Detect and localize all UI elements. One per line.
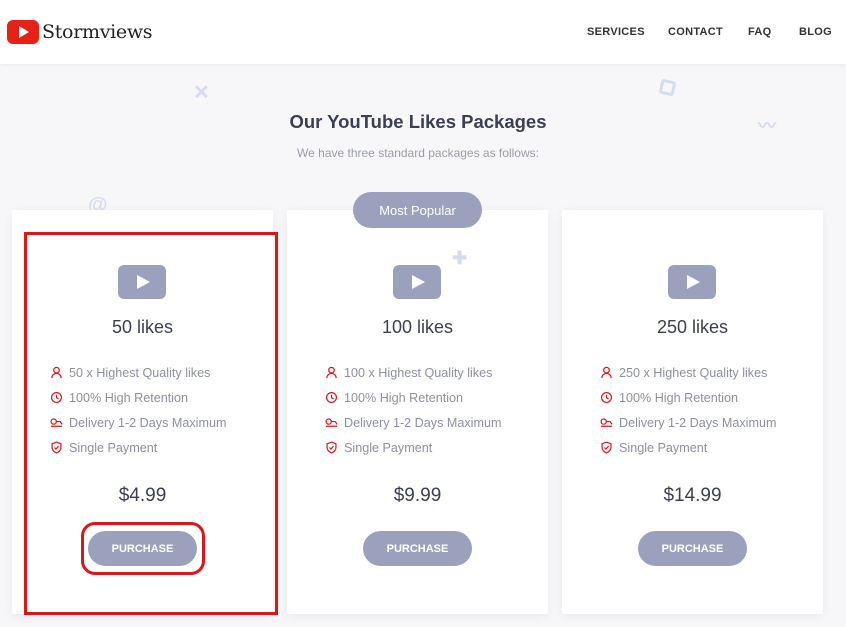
feature-item: Single Payment [325,435,501,460]
feature-item: 100% High Retention [50,385,226,410]
nav-contact[interactable]: CONTACT [668,26,723,38]
package-price: $4.99 [118,485,167,506]
shield-icon [601,441,612,454]
clock-icon [50,391,63,404]
feature-item: Single Payment [600,435,776,460]
nav-services[interactable]: SERVICES [587,26,645,38]
decorative-cross-icon: ✕ [193,82,210,104]
package-name: 50 likes [111,317,174,337]
clock-icon [325,391,338,404]
youtube-play-icon [668,265,716,299]
shield-icon [51,441,62,454]
nav-faq[interactable]: FAQ [748,26,772,38]
main-nav: SERVICES CONTACT FAQ BLOG [0,26,846,42]
feature-text: 50 x Highest Quality likes [69,365,211,380]
purchase-button[interactable]: PURCHASE [363,531,472,566]
youtube-play-icon [393,265,441,299]
feature-item: 100% High Retention [325,385,501,410]
package-price: $14.99 [663,485,722,506]
feature-text: Single Payment [619,440,708,455]
package-card-50: 50 likes 50 x Highest Quality likes 100%… [12,210,273,614]
package-card-250: 250 likes 250 x Highest Quality likes 10… [562,210,823,614]
nav-blog[interactable]: BLOG [799,26,832,38]
user-icon [51,366,62,379]
purchase-button[interactable]: PURCHASE [88,531,197,566]
site-header: Stormviews SERVICES CONTACT FAQ BLOG [0,0,846,64]
package-name: 100 likes [381,317,454,337]
package-name: 250 likes [656,317,729,337]
most-popular-badge: Most Popular [353,192,482,228]
feature-text: Single Payment [69,440,158,455]
feature-list: 250 x Highest Quality likes 100% High Re… [600,360,776,460]
feature-text: Delivery 1-2 Days Maximum [69,415,227,430]
feature-text: 100% High Retention [69,390,189,405]
feature-text: Single Payment [344,440,433,455]
feature-list: 100 x Highest Quality likes 100% High Re… [325,360,501,460]
youtube-play-icon [118,265,166,299]
delivery-icon [325,418,338,427]
feature-item: Delivery 1-2 Days Maximum [50,410,226,435]
decorative-cross-icon: ✚ [452,248,468,268]
feature-text: 100 x Highest Quality likes [344,365,493,380]
shield-icon [326,441,337,454]
feature-item: 50 x Highest Quality likes [50,360,226,385]
user-icon [601,366,612,379]
feature-list: 50 x Highest Quality likes 100% High Ret… [50,360,226,460]
feature-text: Delivery 1-2 Days Maximum [344,415,502,430]
user-icon [326,366,337,379]
package-price: $9.99 [393,485,442,506]
feature-text: 250 x Highest Quality likes [619,365,768,380]
feature-text: 100% High Retention [344,390,464,405]
purchase-button[interactable]: PURCHASE [638,531,747,566]
feature-item: Delivery 1-2 Days Maximum [600,410,776,435]
delivery-icon [600,418,613,427]
feature-item: 100 x Highest Quality likes [325,360,501,385]
feature-item: 100% High Retention [600,385,776,410]
feature-text: Delivery 1-2 Days Maximum [619,415,777,430]
package-card-100: 100 likes 100 x Highest Quality likes 10… [287,210,548,614]
section-subtitle: We have three standard packages as follo… [297,146,539,160]
clock-icon [600,391,613,404]
feature-text: 100% High Retention [619,390,739,405]
decorative-square-icon [658,78,677,97]
feature-item: Delivery 1-2 Days Maximum [325,410,501,435]
feature-item: Single Payment [50,435,226,460]
feature-item: 250 x Highest Quality likes [600,360,776,385]
section-title: Our YouTube Likes Packages [289,111,547,132]
delivery-icon [50,418,63,427]
